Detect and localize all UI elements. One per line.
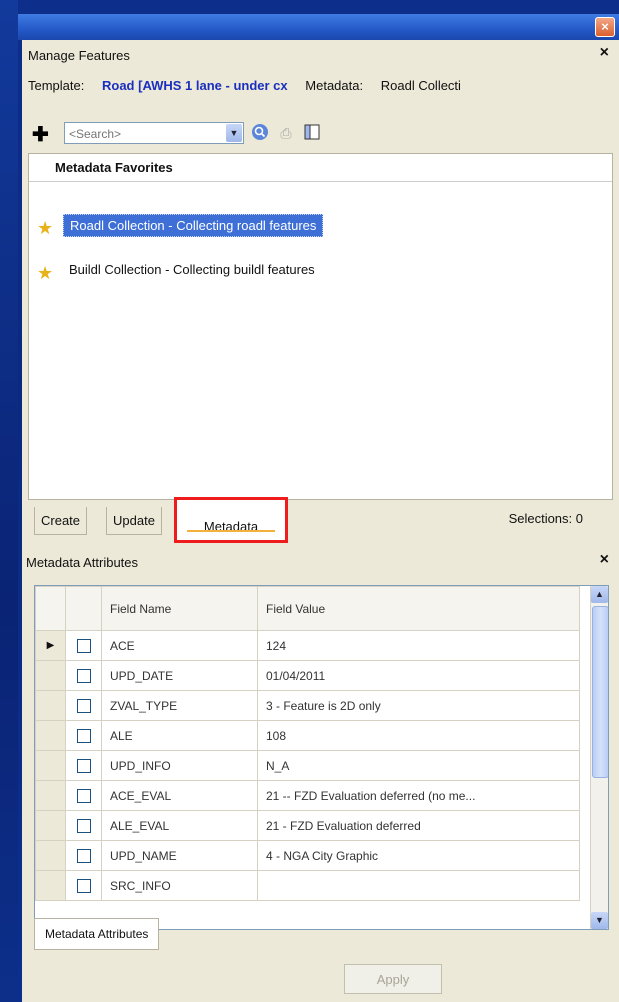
tab-update[interactable]: Update [106,507,162,535]
field-name-cell: ALE [101,720,258,751]
window-close-button[interactable]: × [595,17,615,37]
row-checkbox[interactable] [76,878,91,893]
metadata-label: Metadata: [305,78,364,93]
row-indicator [35,780,66,811]
field-name-cell: UPD_DATE [101,660,258,691]
row-checkbox[interactable] [76,728,91,743]
row-checkbox[interactable] [76,848,91,863]
table-row[interactable]: ACE_EVAL 21 -- FZD Evaluation deferred (… [35,780,580,811]
column-header-field-value[interactable]: Field Value [257,586,580,631]
field-name-cell: SRC_INFO [101,870,258,901]
field-name-cell: ACE [101,630,258,661]
current-row-arrow-icon: ▶ [35,630,66,661]
row-checkbox[interactable] [76,638,91,653]
row-checkbox[interactable] [76,758,91,773]
field-name-cell: ZVAL_TYPE [101,690,258,721]
scroll-thumb[interactable] [592,606,608,778]
table-row[interactable]: ZVAL_TYPE 3 - Feature is 2D only [35,690,580,721]
metadata-favorites-list: Metadata Favorites ★ Roadl Collection - … [28,153,613,500]
row-checkbox[interactable] [76,668,91,683]
field-name-cell: UPD_INFO [101,750,258,781]
metadata-attributes-title: Metadata Attributes [26,555,139,570]
field-value-cell[interactable]: 21 -- FZD Evaluation deferred (no me... [257,780,580,811]
pane-title: Manage Features [28,48,130,63]
search-input[interactable] [67,124,221,144]
tab-create[interactable]: Create [34,507,88,535]
scroll-up-icon[interactable]: ▲ [591,586,608,603]
row-checkbox[interactable] [76,788,91,803]
panel-tabs: Create Update Metadata Selections: 0 [28,497,613,543]
table-row[interactable]: SRC_INFO [35,870,580,901]
row-indicator [35,810,66,841]
search-box[interactable]: ▼ [64,122,244,144]
star-icon: ★ [37,263,54,283]
field-value-cell[interactable]: 01/04/2011 [257,660,580,691]
column-header-field-name[interactable]: Field Name [101,586,258,631]
row-indicator [35,720,66,751]
add-icon[interactable]: ✚ [32,122,49,147]
pane-close-icon[interactable]: × [600,44,609,62]
favorite-item-label[interactable]: Roadl Collection - Collecting roadl feat… [63,214,324,237]
desktop-background [0,0,18,1002]
field-value-cell[interactable]: 108 [257,720,580,751]
field-value-cell[interactable]: N_A [257,750,580,781]
attributes-grid: Field Name Field Value ▶ ACE 124 UPD_DAT… [34,585,609,930]
table-row[interactable]: ALE_EVAL 21 - FZD Evaluation deferred [35,810,580,841]
row-indicator [35,690,66,721]
favorites-header: Metadata Favorites [29,154,612,182]
metadata-value[interactable]: Roadl Collecti [381,78,461,93]
table-row[interactable]: UPD_INFO N_A [35,750,580,781]
row-indicator [35,870,66,901]
manage-features-panel: Manage Features × Template: Road [AWHS 1… [22,40,619,1002]
print-icon[interactable]: ⎙ [276,123,296,143]
table-row[interactable]: ▶ ACE 124 [35,630,580,661]
field-value-cell[interactable]: 3 - Feature is 2D only [257,690,580,721]
row-indicator [35,660,66,691]
row-indicator [35,840,66,871]
favorite-item-label[interactable]: Buildl Collection - Collecting buildl fe… [63,259,321,280]
table-row[interactable]: ALE 108 [35,720,580,751]
table-row[interactable]: UPD_NAME 4 - NGA City Graphic [35,840,580,871]
field-name-cell: UPD_NAME [101,840,258,871]
row-checkbox[interactable] [76,818,91,833]
tab-metadata[interactable]: Metadata [174,497,288,543]
tab-metadata-attributes[interactable]: Metadata Attributes [34,918,160,950]
template-label: Template: [28,78,85,93]
star-icon: ★ [37,218,54,238]
field-value-cell[interactable]: 124 [257,630,580,661]
toolbar: ✚ ▼ ⎙ [28,120,613,148]
row-indicator [35,750,66,781]
field-value-cell[interactable] [257,870,580,901]
apply-button[interactable]: Apply [344,964,442,994]
template-value[interactable]: Road [AWHS 1 lane - under cx [102,78,288,93]
row-indicator-header [35,586,66,631]
attributes-close-icon[interactable]: × [600,551,609,569]
search-dropdown-chevron-icon[interactable]: ▼ [226,124,242,142]
field-name-cell: ACE_EVAL [101,780,258,811]
field-value-cell[interactable]: 21 - FZD Evaluation deferred [257,810,580,841]
properties-icon[interactable] [302,123,322,143]
window-titlebar: × [18,14,619,40]
selections-count: Selections: 0 [508,511,583,526]
search-icon[interactable] [250,123,270,143]
row-checkbox[interactable] [76,698,91,713]
checkbox-header [65,586,102,631]
field-value-cell[interactable]: 4 - NGA City Graphic [257,840,580,871]
template-row: Template: Road [AWHS 1 lane - under cx M… [28,78,619,100]
scroll-down-icon[interactable]: ▼ [591,912,608,929]
vertical-scrollbar[interactable]: ▲ ▼ [590,586,608,929]
field-name-cell: ALE_EVAL [101,810,258,841]
table-row[interactable]: UPD_DATE 01/04/2011 [35,660,580,691]
grid-header-row: Field Name Field Value [35,586,580,631]
